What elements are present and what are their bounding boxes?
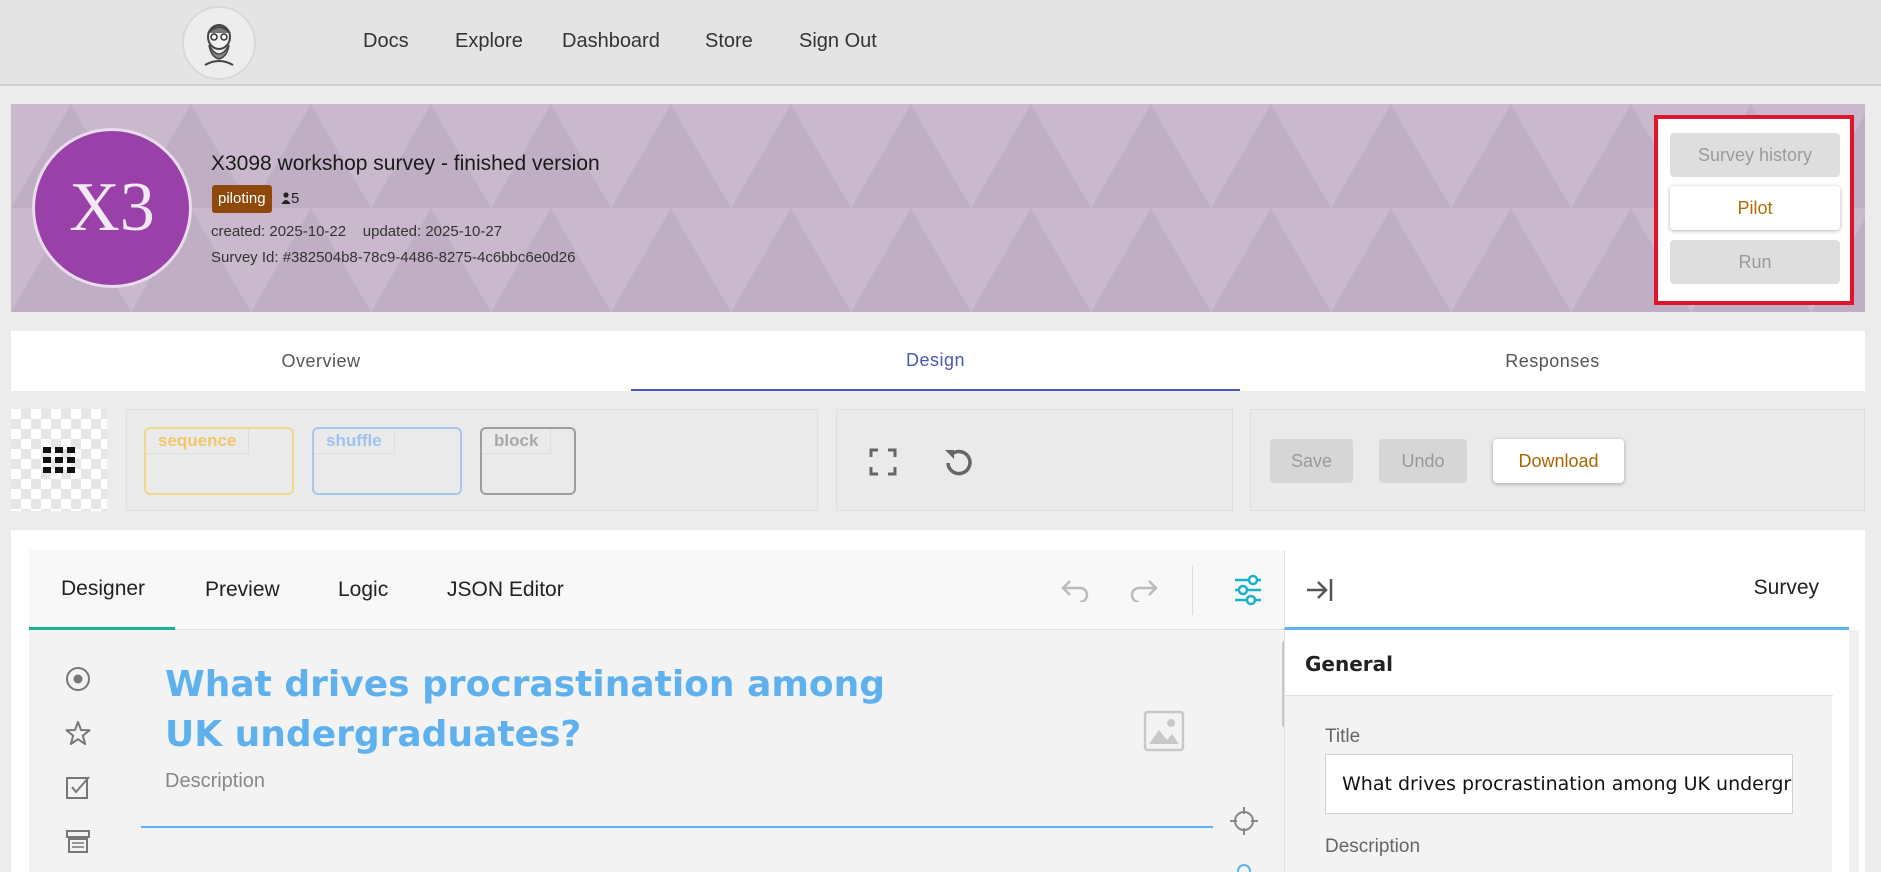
nav-dashboard[interactable]: Dashboard	[562, 30, 660, 53]
toolbar-divider	[1192, 565, 1193, 615]
survey-title: X3098 workshop survey - finished version	[211, 152, 600, 175]
undo-icon[interactable]	[1060, 578, 1090, 602]
participant-count-value: 5	[291, 190, 300, 207]
search-icon[interactable]	[1233, 862, 1255, 872]
flow-controls-panel: sequence shuffle block	[126, 409, 818, 511]
shuffle-control[interactable]: shuffle	[312, 427, 462, 495]
sequence-control[interactable]: sequence	[144, 427, 294, 495]
tab-design[interactable]: Design	[631, 331, 1240, 391]
nav-sign-out[interactable]: Sign Out	[799, 30, 877, 53]
updated-date: updated: 2025-10-27	[362, 223, 503, 240]
save-button[interactable]: Save	[1270, 439, 1353, 483]
top-navbar: Docs Explore Dashboard Store Sign Out	[0, 0, 1881, 86]
general-section[interactable]: General	[1285, 630, 1833, 696]
nav-docs[interactable]: Docs	[363, 30, 409, 53]
property-grid-scrollbar[interactable]	[1849, 630, 1859, 872]
shuffle-label: shuffle	[314, 429, 395, 454]
reset-icon[interactable]	[943, 446, 975, 478]
design-canvas: What drives procrastination among UK und…	[29, 630, 1290, 872]
person-icon	[281, 192, 291, 204]
survey-tabs: Overview Design Responses	[11, 331, 1865, 391]
participant-count: 5	[281, 190, 299, 207]
fullscreen-icon[interactable]	[869, 448, 897, 476]
title-underline	[141, 826, 1213, 828]
checkbox-question-icon[interactable]	[65, 774, 91, 800]
property-grid-body: General Title What drives procrastinatio…	[1284, 630, 1833, 872]
nav-explore[interactable]: Explore	[455, 30, 523, 53]
undo-button[interactable]: Undo	[1379, 439, 1467, 483]
edit-actions-panel: Save Undo Download	[1250, 409, 1865, 511]
title-label: Title	[1325, 726, 1361, 747]
target-icon[interactable]	[1229, 806, 1259, 836]
collapse-panel-icon[interactable]	[1305, 577, 1333, 603]
download-button[interactable]: Download	[1493, 439, 1624, 483]
title-input[interactable]: What drives procrastination among UK und…	[1325, 754, 1793, 814]
tab-designer[interactable]: Designer	[29, 550, 175, 630]
tab-preview[interactable]: Preview	[205, 550, 280, 630]
property-grid-panel: Survey General Title What drives procras…	[1284, 550, 1849, 872]
tab-json-editor[interactable]: JSON Editor	[447, 550, 564, 630]
survey-description-editor[interactable]: Description	[165, 770, 265, 793]
block-control[interactable]: block	[480, 427, 576, 495]
survey-history-button[interactable]: Survey history	[1670, 133, 1840, 177]
dropdown-question-icon[interactable]	[65, 828, 91, 854]
banner-pattern	[11, 104, 1865, 312]
pilot-button[interactable]: Pilot	[1670, 186, 1840, 230]
star-rating-icon[interactable]	[65, 720, 91, 746]
tab-logic[interactable]: Logic	[338, 550, 388, 630]
professor-logo-icon	[204, 24, 234, 66]
settings-sliders-icon[interactable]	[1233, 574, 1263, 606]
panel-title: Survey	[1753, 576, 1819, 599]
survey-avatar: X3	[32, 128, 192, 288]
survey-actions: Survey history Pilot Run	[1654, 115, 1854, 305]
redo-icon[interactable]	[1129, 578, 1159, 602]
created-date: created: 2025-10-22	[211, 223, 347, 240]
survey-title-editor[interactable]: What drives procrastination among UK und…	[165, 660, 925, 760]
survey-creator: Designer Preview Logic JSON Editor What …	[11, 530, 1865, 872]
site-logo[interactable]	[182, 6, 256, 80]
property-grid-header: Survey	[1284, 550, 1849, 630]
radio-question-icon[interactable]	[65, 666, 91, 692]
sequence-label: sequence	[146, 429, 250, 454]
status-badge: piloting	[212, 185, 272, 213]
tab-responses[interactable]: Responses	[1240, 331, 1865, 391]
view-controls-panel	[836, 409, 1233, 511]
dates: created: 2025-10-22 updated: 2025-10-27	[211, 223, 502, 240]
description-label: Description	[1325, 836, 1421, 857]
grid-icon	[43, 447, 75, 473]
survey-id: Survey Id: #382504b8-78c9-4486-8275-4c6b…	[211, 249, 576, 266]
block-label: block	[482, 429, 552, 454]
question-grid-button[interactable]	[11, 409, 107, 511]
run-button[interactable]: Run	[1670, 240, 1840, 284]
survey-banner: X3 X3098 workshop survey - finished vers…	[11, 104, 1865, 312]
nav-store[interactable]: Store	[705, 30, 753, 53]
creator-toolbar: Designer Preview Logic JSON Editor	[29, 550, 1284, 630]
logo-placeholder-icon[interactable]	[1143, 710, 1185, 752]
tab-overview[interactable]: Overview	[11, 331, 631, 391]
